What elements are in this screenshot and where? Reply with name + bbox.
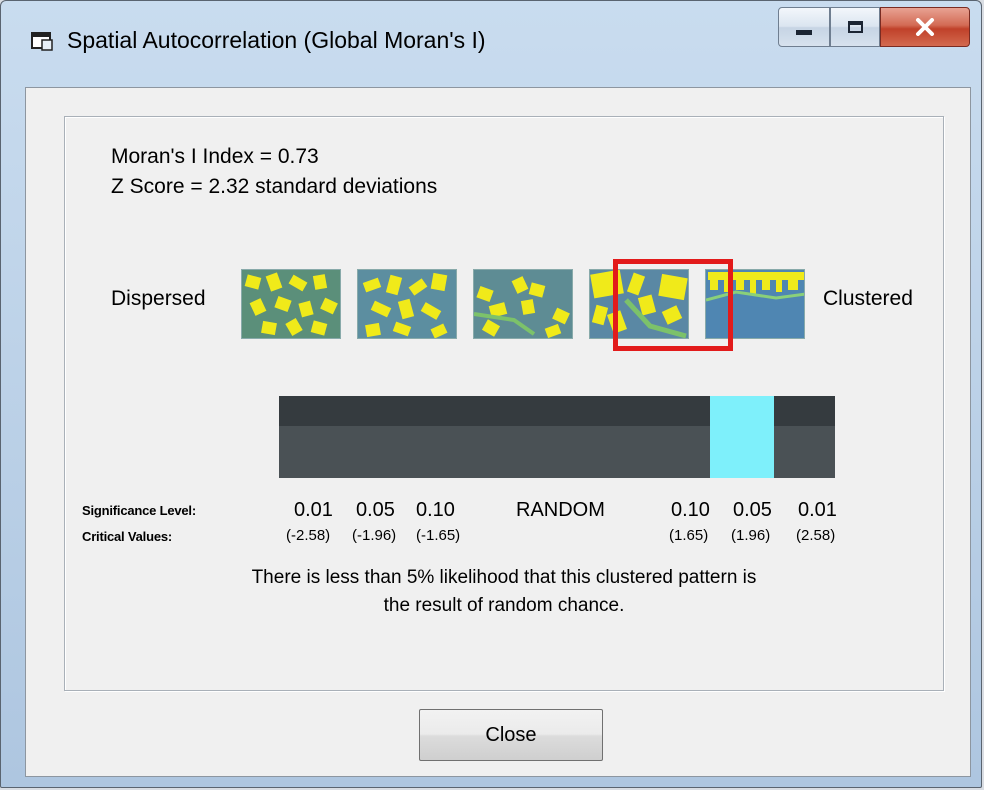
critical-value-1.96: (1.96) — [731, 527, 771, 544]
minimize-icon — [796, 29, 812, 35]
sig-level-0.05-right: 0.05 — [733, 499, 772, 521]
pattern-thumbnail-2 — [357, 269, 457, 339]
critical-value-neg-1.65: (-1.65) — [416, 527, 461, 544]
result-message-line-1: There is less than 5% likelihood that th… — [251, 567, 757, 588]
selected-pattern-frame — [613, 259, 733, 351]
dialog-window: Spatial Autocorrelation (Global Moran's … — [0, 0, 982, 788]
significance-level-label: Significance Level: — [82, 503, 196, 518]
results-group: Moran's I Index = 0.73 Z Score = 2.32 st… — [64, 116, 944, 691]
critical-value-2.58: (2.58) — [796, 527, 836, 544]
maximize-button[interactable] — [830, 7, 880, 47]
significance-scale-bar — [279, 396, 835, 478]
close-window-button[interactable] — [880, 7, 970, 47]
morans-i-index: Moran's I Index = 0.73 — [111, 145, 319, 168]
clustered-label: Clustered — [823, 287, 913, 310]
sig-level-0.10-left: 0.10 — [416, 499, 455, 521]
result-message-line-2: the result of random chance. — [383, 595, 625, 616]
dispersed-label: Dispersed — [111, 287, 206, 310]
title-bar[interactable]: Spatial Autocorrelation (Global Moran's … — [1, 1, 981, 87]
critical-values-label: Critical Values: — [82, 529, 173, 544]
close-icon — [916, 18, 934, 36]
sig-level-0.01-left: 0.01 — [294, 499, 333, 521]
app-window-icon — [31, 32, 53, 51]
pattern-thumbnail-3 — [473, 269, 573, 339]
minimize-button[interactable] — [778, 7, 830, 47]
critical-value-1.65: (1.65) — [669, 527, 709, 544]
zscore-position-marker — [710, 396, 774, 478]
sig-level-0.10-right: 0.10 — [671, 499, 710, 521]
random-label: RANDOM — [516, 499, 605, 521]
critical-value-neg-1.96: (-1.96) — [352, 527, 397, 544]
sig-level-0.05-left: 0.05 — [356, 499, 395, 521]
sig-level-0.01-right: 0.01 — [798, 499, 837, 521]
z-score: Z Score = 2.32 standard deviations — [111, 175, 438, 198]
close-button[interactable]: Close — [419, 709, 603, 761]
dialog-client-area: Moran's I Index = 0.73 Z Score = 2.32 st… — [25, 87, 971, 777]
critical-value-neg-2.58: (-2.58) — [286, 527, 331, 544]
pattern-thumbnail-1 — [241, 269, 341, 339]
maximize-icon — [847, 21, 863, 33]
window-title: Spatial Autocorrelation (Global Moran's … — [67, 27, 486, 53]
